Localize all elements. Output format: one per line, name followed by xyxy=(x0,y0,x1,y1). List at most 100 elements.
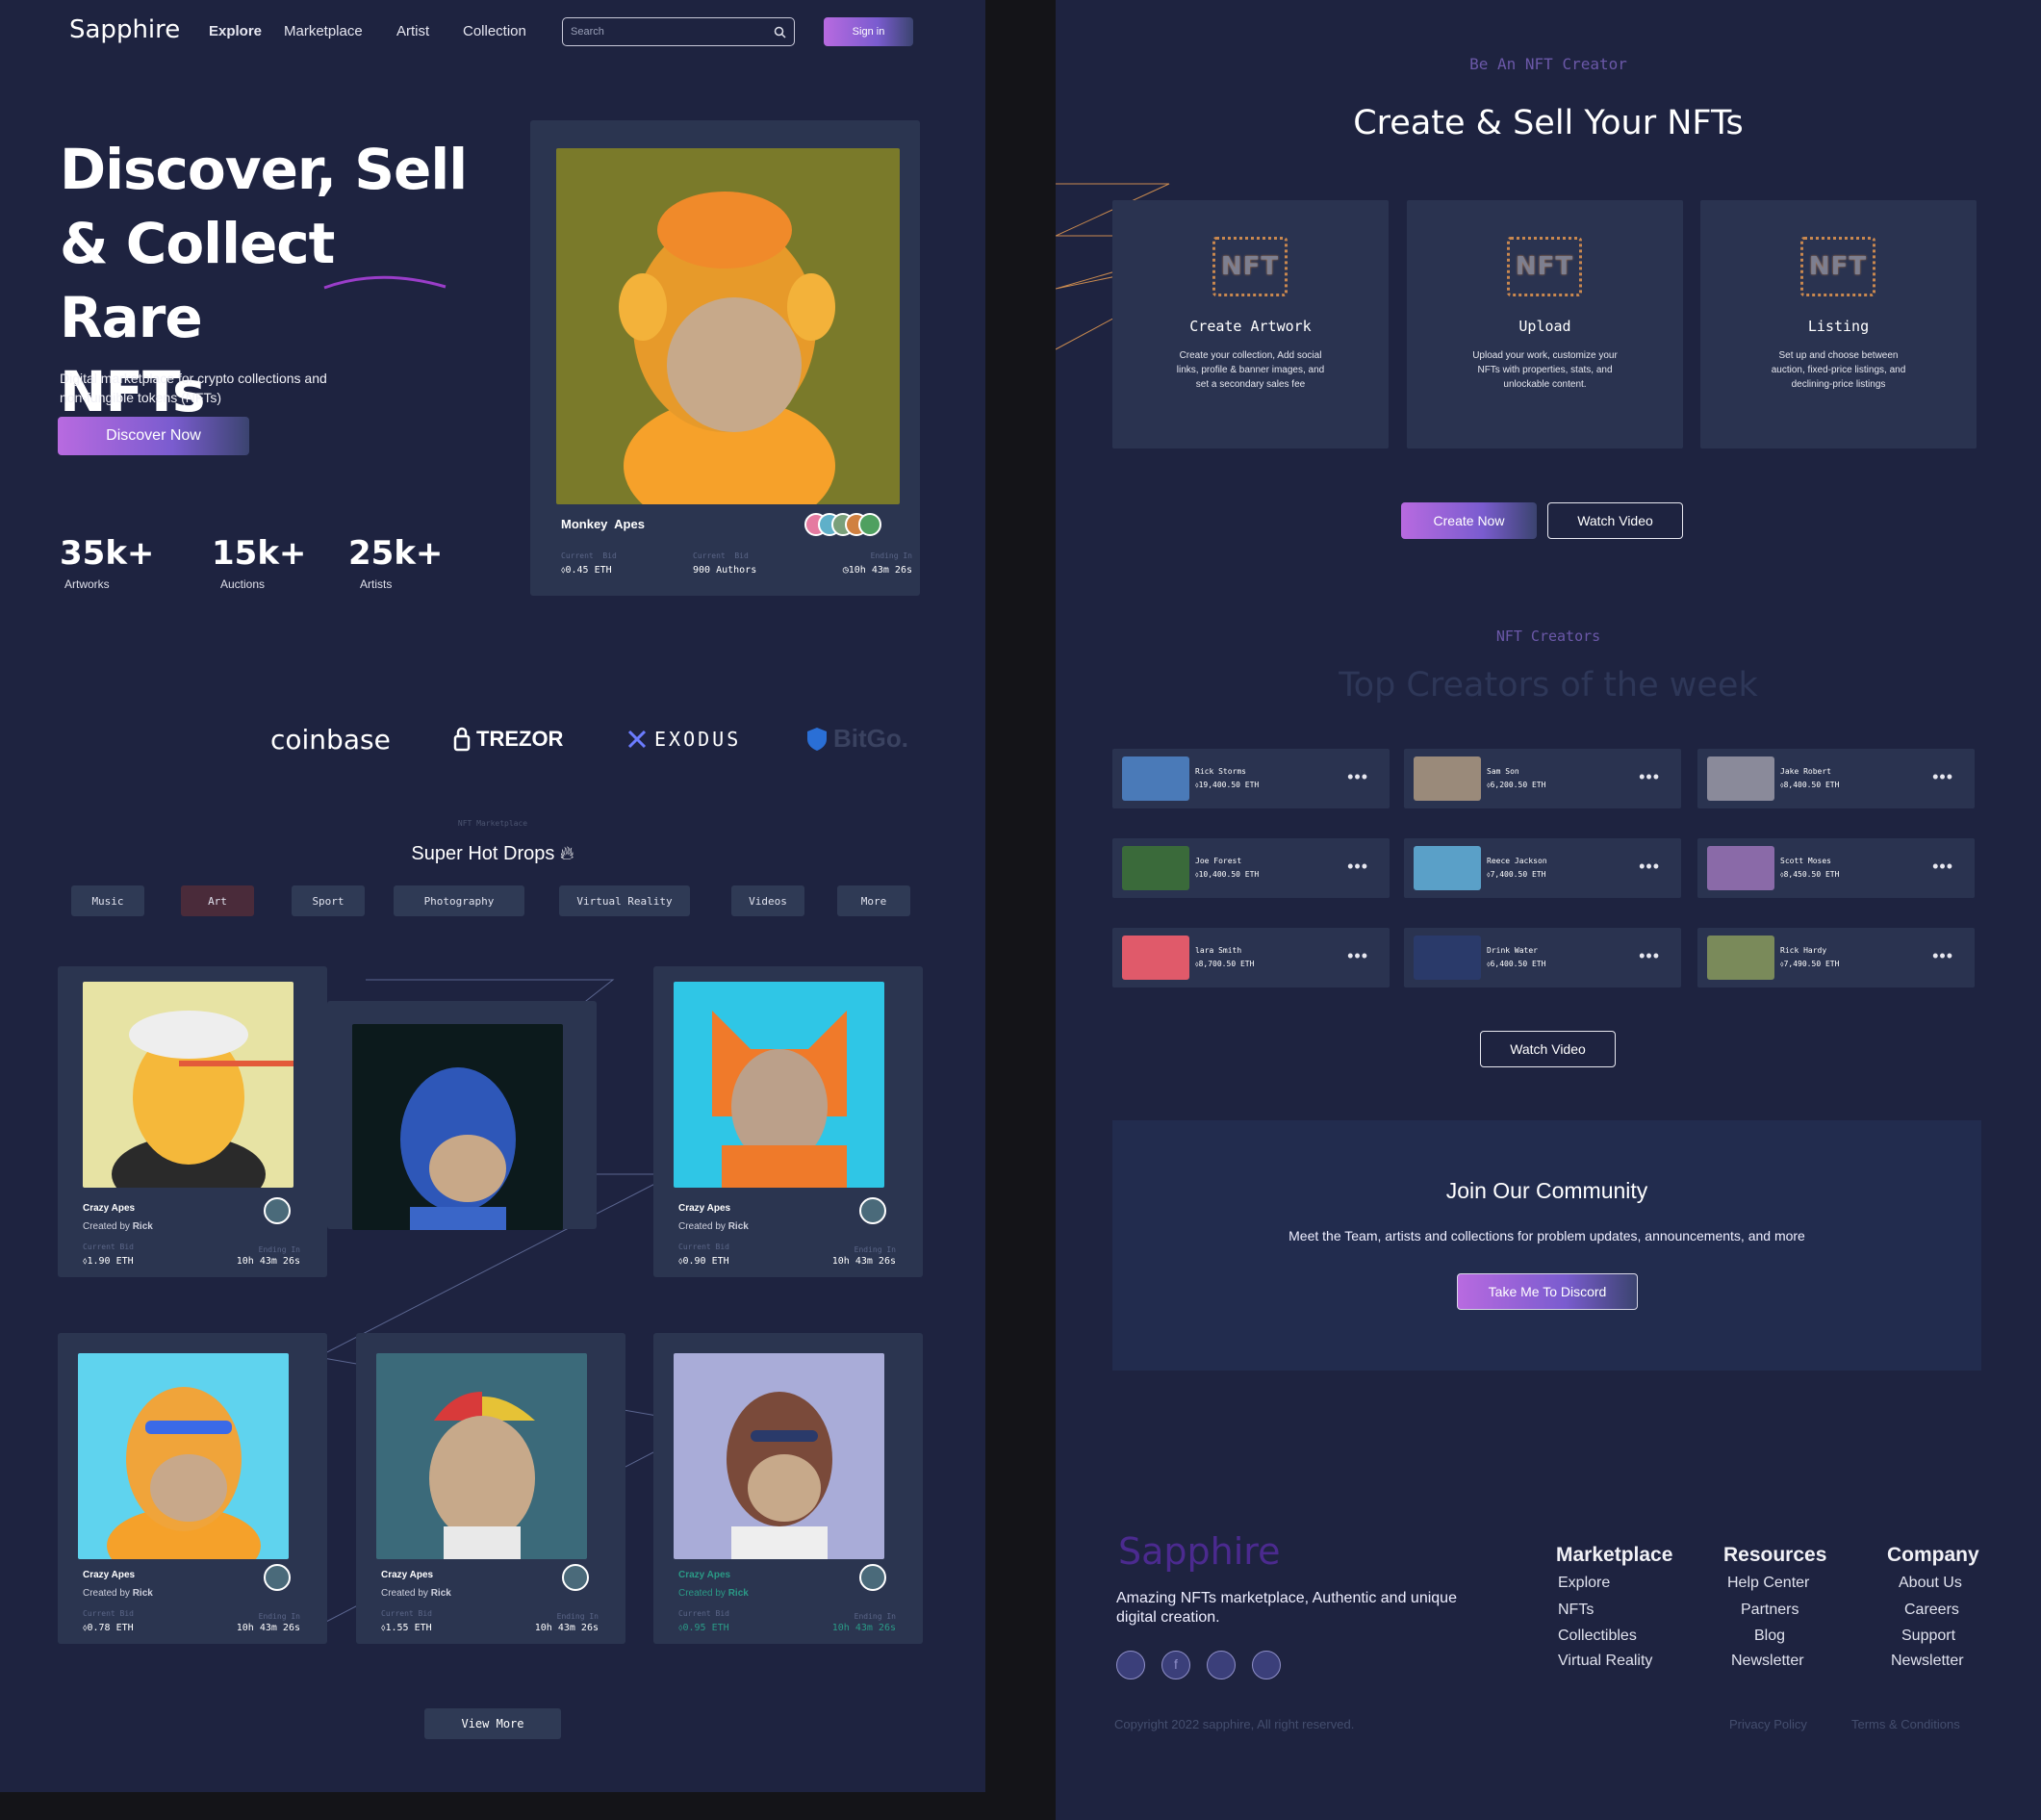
creator-value: ⬨6,200.50 ETH xyxy=(1487,781,1546,789)
footer-brand[interactable]: Sapphire xyxy=(1118,1530,1280,1573)
nav-marketplace[interactable]: Marketplace xyxy=(284,23,363,39)
watch-video-button[interactable]: Watch Video xyxy=(1547,502,1683,539)
creator-card[interactable]: lara Smith ⬨8,700.50 ETH ••• xyxy=(1112,928,1390,987)
ending-label: Ending In xyxy=(854,1245,896,1254)
community-title: Join Our Community xyxy=(1445,1178,1648,1203)
tab-more[interactable]: More xyxy=(837,885,910,916)
footer-link[interactable]: Collectibles xyxy=(1558,1628,1637,1645)
view-more-button[interactable]: View More xyxy=(424,1708,561,1739)
partner-trezor: TREZOR xyxy=(453,727,563,752)
ending-label: Ending In xyxy=(258,1612,300,1621)
creator-card[interactable]: Rick Storms ⬨19,400.50 ETH ••• xyxy=(1112,749,1390,808)
creator-card[interactable]: Reece Jackson ⬨7,400.50 ETH ••• xyxy=(1404,838,1681,898)
stat-artists-label: Artists xyxy=(360,577,393,591)
discord-button[interactable]: Take Me To Discord xyxy=(1457,1273,1638,1310)
creator-card[interactable]: Rick Hardy ⬨7,490.50 ETH ••• xyxy=(1697,928,1975,987)
social-icon[interactable] xyxy=(1116,1651,1145,1679)
search-placeholder: Search xyxy=(571,26,604,38)
nav-artist[interactable]: Artist xyxy=(396,23,429,39)
more-options-icon[interactable]: ••• xyxy=(1347,858,1368,875)
creator-thumbnail xyxy=(1414,846,1481,890)
brand-logo[interactable]: Sapphire xyxy=(69,15,180,44)
bid-label: Current Bid xyxy=(83,1609,134,1618)
tab-videos[interactable]: Videos xyxy=(731,885,804,916)
tab-music[interactable]: Music xyxy=(71,885,144,916)
footer-link[interactable]: About Us xyxy=(1899,1575,1962,1592)
ending-label: Ending In xyxy=(556,1612,599,1621)
creator-avatar xyxy=(264,1564,291,1591)
stat-artists-value: 25k+ xyxy=(348,534,444,573)
bid-label: Current Bid xyxy=(678,1609,729,1618)
featured-nft-card[interactable]: Monkey Apes Current Bid ⬨0.45 ETH Curren… xyxy=(530,120,920,596)
creators-watch-video-button[interactable]: Watch Video xyxy=(1480,1031,1616,1067)
stat-auctions-label: Auctions xyxy=(220,577,266,591)
youtube-icon[interactable] xyxy=(1252,1651,1281,1679)
instagram-icon[interactable] xyxy=(1207,1651,1236,1679)
ending-value: 10h 43m 26s xyxy=(831,1623,896,1633)
creator-card[interactable]: Scott Moses ⬨8,450.50 ETH ••• xyxy=(1697,838,1975,898)
nft-name: Crazy Apes xyxy=(678,1203,731,1214)
drops-title: Super Hot Drops 🔥︎ xyxy=(411,843,574,864)
nft-image xyxy=(674,1353,884,1559)
more-options-icon[interactable]: ••• xyxy=(1639,947,1660,964)
bid-value: ⬨1.90 ETH xyxy=(83,1256,134,1267)
more-options-icon[interactable]: ••• xyxy=(1639,858,1660,875)
footer-link[interactable]: Blog xyxy=(1754,1628,1785,1645)
step-title: Listing xyxy=(1807,318,1870,335)
creator-value: ⬨8,700.50 ETH xyxy=(1195,960,1255,968)
creator-avatar xyxy=(562,1564,589,1591)
more-options-icon[interactable]: ••• xyxy=(1932,858,1953,875)
creator-avatar xyxy=(859,1564,886,1591)
creator-card[interactable]: Drink Water ⬨6,400.50 ETH ••• xyxy=(1404,928,1681,987)
left-page: Sapphire Explore Marketplace Artist Coll… xyxy=(0,0,985,1792)
tab-sport[interactable]: Sport xyxy=(292,885,365,916)
footer-link[interactable]: Virtual Reality xyxy=(1558,1653,1652,1670)
footer-link[interactable]: Newsletter xyxy=(1731,1653,1804,1670)
step-description: Create your collection, Add social links,… xyxy=(1176,350,1325,390)
nft-card[interactable] xyxy=(327,1001,597,1230)
nav-collection[interactable]: Collection xyxy=(463,23,526,39)
creator-card[interactable]: Jake Robert ⬨8,400.50 ETH ••• xyxy=(1697,749,1975,808)
tab-art[interactable]: Art xyxy=(181,885,254,916)
creator-card[interactable]: Joe Forest ⬨10,400.50 ETH ••• xyxy=(1112,838,1390,898)
nft-card[interactable]: Crazy Apes Created by Rick Current Bid ⬨… xyxy=(653,1333,923,1644)
search-input[interactable]: Search xyxy=(562,17,795,46)
tab-photography[interactable]: Photography xyxy=(394,885,524,916)
nft-card[interactable]: Crazy Apes Created by Rick Current Bid ⬨… xyxy=(653,966,923,1277)
signin-button[interactable]: Sign in xyxy=(824,17,913,46)
creator-avatar xyxy=(264,1197,291,1224)
avatar xyxy=(858,513,881,536)
creator-value: ⬨8,450.50 ETH xyxy=(1780,870,1840,879)
nft-image xyxy=(83,982,293,1188)
create-eyebrow: Be An NFT Creator xyxy=(1469,55,1627,73)
more-options-icon[interactable]: ••• xyxy=(1347,768,1368,785)
nft-name: Crazy Apes xyxy=(678,1570,731,1580)
nav-explore[interactable]: Explore xyxy=(209,23,262,39)
creator-card[interactable]: Sam Son ⬨6,200.50 ETH ••• xyxy=(1404,749,1681,808)
tab-virtual-reality[interactable]: Virtual Reality xyxy=(559,885,690,916)
footer-link[interactable]: Careers xyxy=(1904,1602,1959,1619)
creator-name: Joe Forest xyxy=(1195,857,1242,865)
footer-link[interactable]: Partners xyxy=(1741,1602,1799,1619)
facebook-icon[interactable]: f xyxy=(1161,1651,1190,1679)
footer-link[interactable]: NFTs xyxy=(1558,1602,1594,1619)
privacy-policy-link[interactable]: Privacy Policy xyxy=(1729,1717,1807,1731)
creator-name: Drink Water xyxy=(1487,946,1538,955)
creator-avatar xyxy=(859,1197,886,1224)
more-options-icon[interactable]: ••• xyxy=(1639,768,1660,785)
create-now-button[interactable]: Create Now xyxy=(1401,502,1537,539)
nft-creator: Created by Rick xyxy=(678,1221,749,1232)
more-options-icon[interactable]: ••• xyxy=(1932,947,1953,964)
footer-link[interactable]: Newsletter xyxy=(1891,1653,1964,1670)
creator-thumbnail xyxy=(1414,756,1481,801)
nft-card[interactable]: Crazy Apes Created by Rick Current Bid ⬨… xyxy=(58,966,327,1277)
terms-link[interactable]: Terms & Conditions xyxy=(1851,1717,1960,1731)
nft-card[interactable]: Crazy Apes Created by Rick Current Bid ⬨… xyxy=(356,1333,625,1644)
footer-link[interactable]: Help Center xyxy=(1727,1575,1809,1592)
more-options-icon[interactable]: ••• xyxy=(1932,768,1953,785)
nft-card[interactable]: Crazy Apes Created by Rick Current Bid ⬨… xyxy=(58,1333,327,1644)
footer-link[interactable]: Support xyxy=(1901,1628,1955,1645)
footer-link[interactable]: Explore xyxy=(1558,1575,1610,1592)
discover-now-button[interactable]: Discover Now xyxy=(58,417,249,455)
more-options-icon[interactable]: ••• xyxy=(1347,947,1368,964)
